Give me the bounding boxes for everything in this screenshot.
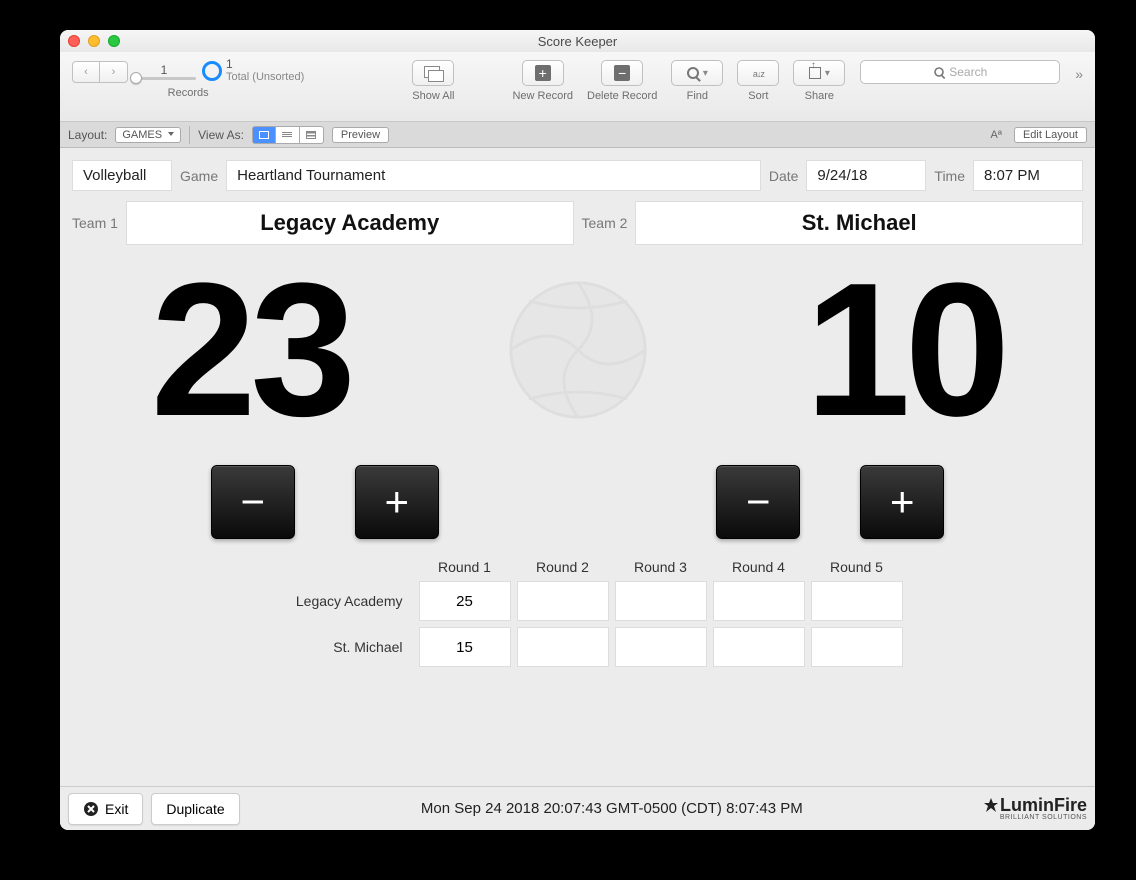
sort-icon xyxy=(753,64,764,82)
app-window: Score Keeper ‹ › 1 1 xyxy=(60,30,1095,830)
layout-label: Layout: xyxy=(68,128,107,142)
sort-button[interactable] xyxy=(737,60,779,86)
volleyball-icon xyxy=(508,280,648,420)
new-record-button[interactable]: + xyxy=(522,60,564,86)
time-label: Time xyxy=(934,168,965,184)
view-list-button[interactable] xyxy=(276,126,300,144)
window-controls xyxy=(68,35,120,47)
plus-icon: + xyxy=(384,478,409,526)
round-cell[interactable] xyxy=(811,627,903,667)
layout-bar: Layout: GAMES View As: Preview Aª Edit L… xyxy=(60,122,1095,148)
show-all-button[interactable] xyxy=(412,60,454,86)
close-button[interactable] xyxy=(68,35,80,47)
team1-label: Team 1 xyxy=(72,215,118,231)
record-slider[interactable]: 1 xyxy=(132,63,196,80)
record-ring-icon xyxy=(202,61,222,81)
round-cell[interactable] xyxy=(517,581,609,621)
team2-label: Team 2 xyxy=(582,215,628,231)
duplicate-button[interactable]: Duplicate xyxy=(151,793,239,825)
round-cell[interactable] xyxy=(713,627,805,667)
window-title: Score Keeper xyxy=(60,34,1095,49)
round-header: Round 3 xyxy=(615,559,707,575)
plus-icon: + xyxy=(890,478,915,526)
game-name-input[interactable]: Heartland Tournament xyxy=(226,160,761,191)
game-label: Game xyxy=(180,168,218,184)
close-circle-icon xyxy=(83,801,99,817)
minimize-button[interactable] xyxy=(88,35,100,47)
search-input[interactable]: Search xyxy=(860,60,1060,84)
record-total: 1 xyxy=(226,58,304,71)
find-button[interactable]: ▾ xyxy=(671,60,723,86)
view-table-button[interactable] xyxy=(300,126,324,144)
round-cell[interactable] xyxy=(811,581,903,621)
team1-minus-button[interactable]: − xyxy=(211,465,295,539)
round-header: Round 5 xyxy=(811,559,903,575)
team1-score: 23 xyxy=(151,255,350,445)
team2-minus-button[interactable]: − xyxy=(716,465,800,539)
record-status: Total (Unsorted) xyxy=(226,71,304,83)
round-header: Round 2 xyxy=(517,559,609,575)
delete-record-button[interactable]: − xyxy=(601,60,643,86)
team2-name-input[interactable]: St. Michael xyxy=(635,201,1083,245)
record-slider-value: 1 xyxy=(161,63,168,77)
sport-input[interactable]: Volleyball xyxy=(72,160,172,191)
round-cell[interactable] xyxy=(615,627,707,667)
preview-button[interactable]: Preview xyxy=(332,127,389,143)
records-label: Records xyxy=(168,87,209,99)
share-button[interactable]: ▾ xyxy=(793,60,845,86)
text-format-button[interactable]: Aª xyxy=(991,129,1002,141)
plus-icon: + xyxy=(535,65,551,81)
round-cell[interactable] xyxy=(615,581,707,621)
round-row-label: St. Michael xyxy=(253,639,413,655)
search-icon xyxy=(934,67,944,77)
content-area: Volleyball Game Heartland Tournament Dat… xyxy=(60,148,1095,786)
minus-icon: − xyxy=(614,65,630,81)
round-header: Round 4 xyxy=(713,559,805,575)
prev-record-button[interactable]: ‹ xyxy=(72,61,100,83)
rounds-table: Round 1 Round 2 Round 3 Round 4 Round 5 … xyxy=(72,559,1083,667)
team2-plus-button[interactable]: + xyxy=(860,465,944,539)
layout-select[interactable]: GAMES xyxy=(115,127,181,143)
toolbar: ‹ › 1 1 Total (Unsorted) Rec xyxy=(60,52,1095,122)
viewas-label: View As: xyxy=(198,128,244,142)
next-record-button[interactable]: › xyxy=(100,61,128,83)
team2-score: 10 xyxy=(805,255,1004,445)
maximize-button[interactable] xyxy=(108,35,120,47)
date-input[interactable]: 9/24/18 xyxy=(806,160,926,191)
stack-icon xyxy=(424,66,442,80)
round-cell[interactable]: 25 xyxy=(419,581,511,621)
time-input[interactable]: 8:07 PM xyxy=(973,160,1083,191)
table-row: St. Michael 15 xyxy=(253,627,903,667)
round-cell[interactable]: 15 xyxy=(419,627,511,667)
edit-layout-button[interactable]: Edit Layout xyxy=(1014,127,1087,143)
round-cell[interactable] xyxy=(713,581,805,621)
team1-name-input[interactable]: Legacy Academy xyxy=(126,201,574,245)
brand-logo: LuminFire BRILLIANT SOLUTIONS xyxy=(984,796,1087,821)
view-form-button[interactable] xyxy=(252,126,276,144)
round-cell[interactable] xyxy=(517,627,609,667)
titlebar: Score Keeper xyxy=(60,30,1095,52)
search-icon xyxy=(687,67,699,79)
overflow-button[interactable]: » xyxy=(1075,66,1083,82)
timestamp: Mon Sep 24 2018 20:07:43 GMT-0500 (CDT) … xyxy=(248,800,976,817)
exit-button[interactable]: Exit xyxy=(68,793,143,825)
date-label: Date xyxy=(769,168,799,184)
team1-plus-button[interactable]: + xyxy=(355,465,439,539)
table-row: Legacy Academy 25 xyxy=(253,581,903,621)
bottom-bar: Exit Duplicate Mon Sep 24 2018 20:07:43 … xyxy=(60,786,1095,830)
round-header: Round 1 xyxy=(419,559,511,575)
minus-icon: − xyxy=(240,478,265,526)
round-row-label: Legacy Academy xyxy=(253,593,413,609)
star-icon xyxy=(984,798,998,812)
minus-icon: − xyxy=(746,478,771,526)
share-icon xyxy=(809,67,821,79)
